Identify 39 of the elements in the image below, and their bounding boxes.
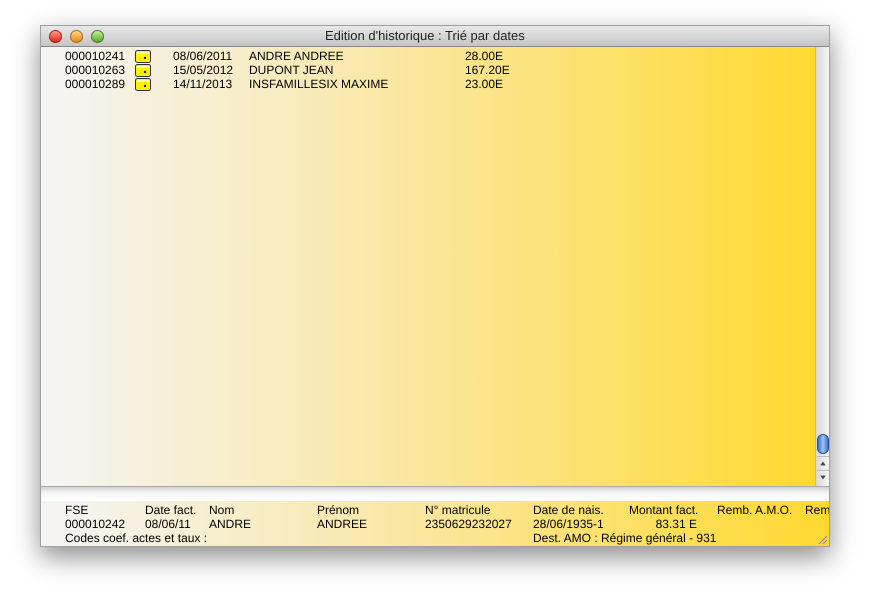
column-header: Date de nais. bbox=[533, 503, 605, 517]
invoice-number: 000010263 bbox=[65, 63, 126, 77]
column-header: N° matricule bbox=[425, 503, 492, 517]
column-header: Date fact. bbox=[145, 503, 198, 517]
destination-text: Dest. AMO : Régime général - 931 bbox=[533, 531, 716, 545]
detail-value: ANDRE bbox=[209, 517, 252, 531]
invoice-number: 000010241 bbox=[65, 49, 126, 63]
card-icon[interactable] bbox=[135, 50, 151, 62]
column-header: Prénom bbox=[317, 503, 360, 517]
card-icon[interactable] bbox=[135, 78, 151, 90]
detail-value: 83.31 E bbox=[654, 517, 698, 531]
column-header: Montant fact. bbox=[629, 503, 700, 517]
invoice-date: 14/11/2013 bbox=[173, 77, 234, 91]
codes-label: Codes coef. actes et taux : bbox=[65, 531, 208, 545]
patient-name: ANDRE ANDREE bbox=[249, 49, 345, 63]
detail-value: 000010242 bbox=[65, 517, 126, 531]
invoice-date: 15/05/2012 bbox=[173, 63, 234, 77]
invoice-amount: 28.00E bbox=[465, 49, 504, 63]
minimize-button[interactable] bbox=[70, 30, 83, 42]
invoice-number: 000010289 bbox=[65, 77, 126, 91]
zoom-button[interactable] bbox=[91, 30, 104, 42]
detail-value: 2350629232027 bbox=[425, 517, 513, 531]
resize-grip-icon[interactable] bbox=[816, 533, 828, 545]
scroll-thumb[interactable] bbox=[816, 434, 828, 454]
scrollbar[interactable] bbox=[815, 47, 829, 486]
invoice-date: 08/06/2011 bbox=[173, 49, 234, 63]
column-header: Remb. A.M.O. bbox=[717, 503, 794, 517]
column-header: FSE bbox=[65, 503, 90, 517]
window-title: Edition d'historique : Trié par dates bbox=[325, 27, 525, 46]
detail-value: ANDREE bbox=[317, 517, 368, 531]
detail-value: 28/06/1935-1 bbox=[533, 517, 605, 531]
close-button[interactable] bbox=[49, 30, 62, 42]
card-icon[interactable] bbox=[135, 64, 151, 76]
patient-name: DUPONT JEAN bbox=[249, 63, 334, 77]
detail-value: 08/06/11 bbox=[145, 517, 192, 531]
invoice-amount: 167.20E bbox=[465, 63, 511, 77]
column-header: Nom bbox=[209, 503, 236, 517]
patient-name: INSFAMILLESIX MAXIME bbox=[249, 77, 390, 91]
invoice-amount: 23.00E bbox=[465, 77, 504, 91]
